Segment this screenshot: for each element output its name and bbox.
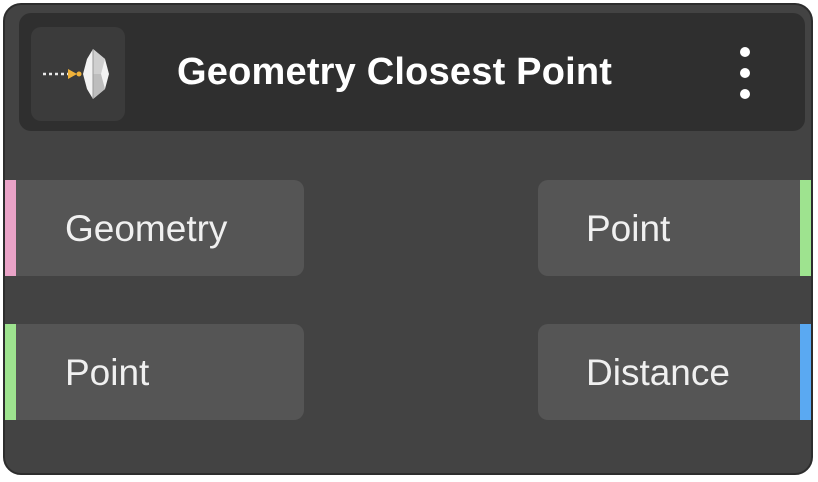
output-port-point[interactable]: Point xyxy=(538,180,811,276)
output-port-point-connector[interactable] xyxy=(800,180,811,276)
input-port-geometry[interactable]: Geometry xyxy=(5,180,304,276)
input-port-geometry-connector[interactable] xyxy=(5,180,16,276)
more-vertical-icon[interactable] xyxy=(727,43,763,103)
node-title: Geometry Closest Point xyxy=(177,51,613,93)
node-card[interactable]: Geometry Closest Point Geometry Point Po… xyxy=(3,3,813,475)
geometry-closest-point-icon xyxy=(31,27,125,121)
input-port-point[interactable]: Point xyxy=(5,324,304,420)
output-port-label: Distance xyxy=(586,352,730,393)
input-port-label: Geometry xyxy=(65,208,228,249)
output-port-distance[interactable]: Distance xyxy=(538,324,811,420)
output-port-label: Point xyxy=(586,208,671,249)
node-header[interactable]: Geometry Closest Point xyxy=(19,13,805,131)
output-port-distance-connector[interactable] xyxy=(800,324,811,420)
input-port-label: Point xyxy=(65,352,150,393)
input-port-point-connector[interactable] xyxy=(5,324,16,420)
